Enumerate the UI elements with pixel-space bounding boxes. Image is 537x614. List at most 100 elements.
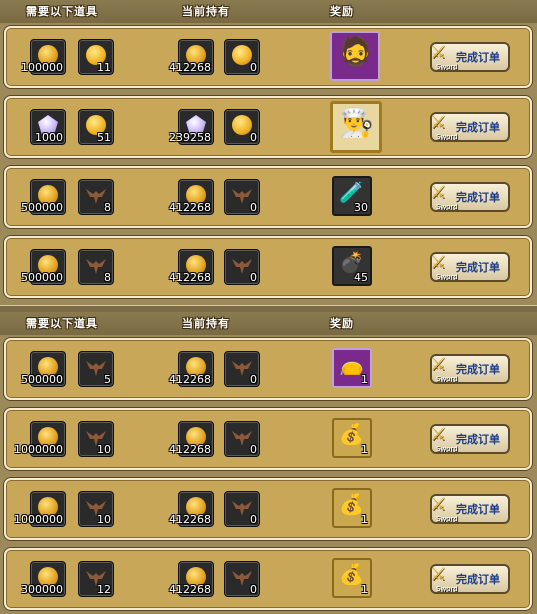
need-item-slot[interactable]: 1000 [30,109,66,145]
hold-item-slot[interactable]: 0 [224,109,260,145]
item-count: 412268 [169,583,211,596]
item-count: 1000000 [14,513,63,526]
wing-emblem-icon [232,259,252,274]
item-count: 500000 [21,373,63,386]
complete-order-button[interactable]: ⚔ 完成订单 Sword [430,182,510,212]
item-count: 0 [250,61,257,74]
reward-slot[interactable]: 👝 1 [332,348,372,388]
complete-order-button[interactable]: ⚔ 完成订单 Sword [430,564,510,594]
need-item-slot[interactable]: 1000000 [14,421,66,457]
item-count: 412268 [169,201,211,214]
wing-emblem-icon [232,189,252,204]
item-count: 12 [97,583,111,596]
wing-emblem-icon [86,361,106,376]
complete-order-label: 完成订单 [456,363,500,376]
chef-portrait-icon: 👨‍🍳 [339,106,374,139]
complete-order-button[interactable]: ⚔ 完成订单 Sword [430,424,510,454]
reward-slot[interactable]: 💰 1 [332,488,372,528]
header-required-items: 需要以下道具 [26,317,98,330]
item-count: 500000 [21,201,63,214]
complete-order-label: 完成订单 [456,573,500,586]
hold-item-slot[interactable]: 0 [224,351,260,387]
complete-order-button[interactable]: ⚔ 完成订单 Sword [430,252,510,282]
complete-order-button[interactable]: ⚔ 完成订单 Sword [430,112,510,142]
item-count: 5 [104,373,111,386]
hold-item-slot[interactable]: 0 [224,421,260,457]
order-row: 1000000 10 412268 0 💰 1 ⚔ 完成订单 Sword [4,478,532,540]
hold-item-slot[interactable]: 412268 [169,491,214,527]
hold-item-slot[interactable]: 412268 [169,39,214,75]
need-item-slot[interactable]: 10 [78,491,114,527]
gold-bag-icon: 💰 [339,422,364,446]
need-item-slot[interactable]: 11 [78,39,114,75]
reward-slot[interactable]: 👨‍🍳 [330,101,382,153]
button-brand-label: Sword [436,585,458,593]
header-reward: 奖励 [330,317,354,330]
complete-order-label: 完成订单 [456,261,500,274]
hold-item-slot[interactable]: 0 [224,39,260,75]
hold-item-slot[interactable]: 412268 [169,421,214,457]
wing-emblem-icon [232,361,252,376]
hold-item-slot[interactable]: 0 [224,561,260,597]
button-brand-label: Sword [436,63,458,71]
hold-item-slot[interactable]: 412268 [169,351,214,387]
hold-item-slot[interactable]: 0 [224,491,260,527]
token-coin-icon [232,45,252,65]
complete-order-label: 完成订单 [456,51,500,64]
button-brand-label: Sword [436,133,458,141]
header-current-holdings: 当前持有 [182,5,230,18]
order-row: 500000 5 412268 0 👝 1 ⚔ 完成订单 Sword [4,338,532,400]
hold-item-slot[interactable]: 239258 [169,109,214,145]
item-count: 1000 [35,131,63,144]
reward-slot[interactable]: 💰 1 [332,558,372,598]
item-count: 412268 [169,513,211,526]
need-item-slot[interactable]: 8 [78,179,114,215]
wing-emblem-icon [232,501,252,516]
need-item-slot[interactable]: 51 [78,109,114,145]
need-item-slot[interactable]: 5 [78,351,114,387]
complete-order-button[interactable]: ⚔ 完成订单 Sword [430,494,510,524]
item-count: 412268 [169,443,211,456]
need-item-slot[interactable]: 10 [78,421,114,457]
complete-order-label: 完成订单 [456,121,500,134]
need-item-slot[interactable]: 300000 [21,561,66,597]
item-count: 412268 [169,61,211,74]
need-item-slot[interactable]: 100000 [21,39,66,75]
item-count: 0 [250,131,257,144]
reward-count: 1 [361,373,368,386]
item-count: 500000 [21,271,63,284]
token-coin-icon [232,115,252,135]
need-item-slot[interactable]: 12 [78,561,114,597]
header-reward: 奖励 [330,5,354,18]
button-brand-label: Sword [436,445,458,453]
hold-item-slot[interactable]: 412268 [169,561,214,597]
need-item-slot[interactable]: 500000 [21,249,66,285]
order-row: 500000 8 412268 0 💣 45 ⚔ 完成订单 Sword [4,236,532,298]
wing-emblem-icon [86,189,106,204]
complete-order-label: 完成订单 [456,191,500,204]
reward-slot[interactable]: 🧪 30 [332,176,372,216]
complete-order-button[interactable]: ⚔ 完成订单 Sword [430,354,510,384]
reward-count: 1 [361,443,368,456]
complete-order-button[interactable]: ⚔ 完成订单 Sword [430,42,510,72]
wing-emblem-icon [232,571,252,586]
item-count: 8 [104,201,111,214]
order-panel-bottom: 需要以下道具 当前持有 奖励 500000 5 412268 0 👝 1 ⚔ 完成订单 Swor… [0,312,537,614]
hold-item-slot[interactable]: 412268 [169,179,214,215]
reward-count: 30 [354,201,368,214]
need-item-slot[interactable]: 1000000 [14,491,66,527]
item-count: 0 [250,201,257,214]
item-count: 51 [97,131,111,144]
hold-item-slot[interactable]: 0 [224,179,260,215]
hold-item-slot[interactable]: 0 [224,249,260,285]
need-item-slot[interactable]: 500000 [21,179,66,215]
reward-slot[interactable]: 💣 45 [332,246,372,286]
reward-slot[interactable]: 💰 1 [332,418,372,458]
reward-slot[interactable]: 🧔 [330,31,380,81]
need-item-slot[interactable]: 500000 [21,351,66,387]
item-count: 11 [97,61,111,74]
need-item-slot[interactable]: 8 [78,249,114,285]
button-brand-label: Sword [436,375,458,383]
item-count: 300000 [21,583,63,596]
hold-item-slot[interactable]: 412268 [169,249,214,285]
